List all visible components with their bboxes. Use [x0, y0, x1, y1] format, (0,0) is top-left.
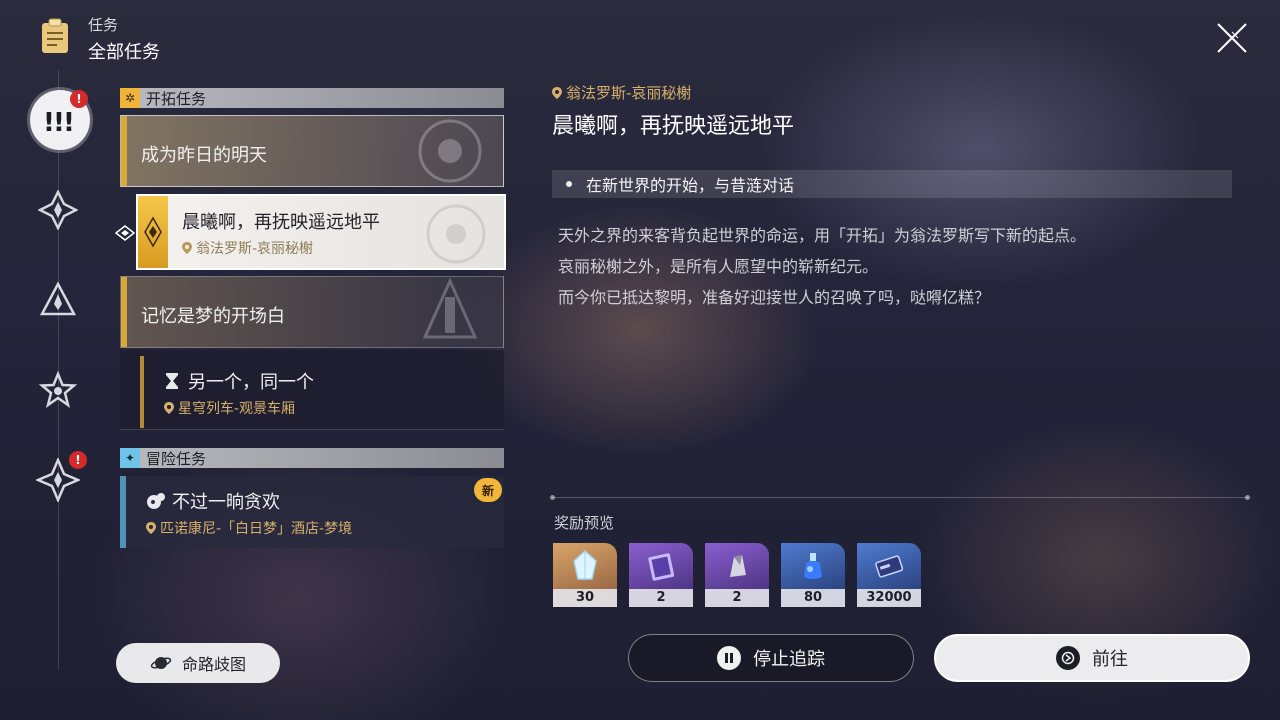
section-header-adventure: ✦ 冒险任务 — [120, 448, 504, 468]
credit-card-icon — [857, 543, 921, 589]
go-label: 前往 — [1092, 649, 1128, 670]
close-button[interactable] — [1212, 18, 1252, 58]
reward-item[interactable]: 2 — [629, 543, 693, 607]
reward-count: 30 — [553, 589, 617, 607]
stellar-jade-icon — [553, 543, 617, 589]
quest-location-text: 星穹列车-观景车厢 — [178, 401, 296, 417]
quest-location-text: 匹诺康尼-「白日梦」酒店-梦境 — [160, 521, 353, 537]
quest-title: 另一个，同一个 — [188, 372, 314, 393]
quest-card[interactable]: 成为昨日的明天 — [120, 115, 504, 187]
quest-emblem-icon — [418, 119, 482, 183]
triangle-star-icon — [39, 281, 77, 316]
purple-material-icon — [705, 543, 769, 589]
stop-tracking-label: 停止追踪 — [753, 649, 825, 670]
section-label: 冒险任务 — [146, 449, 207, 468]
quest-location: 匹诺康尼-「白日梦」酒店-梦境 — [146, 518, 352, 538]
blue-potion-icon — [781, 543, 845, 589]
planet-icon — [150, 657, 172, 669]
quest-title: 记忆是梦的开场白 — [141, 306, 285, 327]
reward-item[interactable]: 32000 — [857, 543, 921, 607]
trailblaze-section-icon: ✲ — [120, 88, 140, 108]
rail-item-companion[interactable] — [33, 275, 83, 325]
quest-accent-bar — [140, 356, 144, 428]
svg-text:!: ! — [63, 108, 75, 135]
objective-text: 在新世界的开始，与昔涟对话 — [586, 176, 795, 195]
go-button[interactable]: 前往 — [934, 634, 1250, 682]
detail-description: 天外之界的来客背负起世界的命运，用「开拓」为翁法罗斯写下新的起点。 哀丽秘榭之外… — [558, 220, 1238, 313]
quest-title-row: 不过一晌贪欢 — [146, 488, 280, 514]
reward-count: 32000 — [857, 589, 921, 607]
hourglass-icon — [166, 373, 178, 389]
close-icon — [1217, 23, 1247, 53]
quest-subcard[interactable]: 另一个，同一个 星穹列车-观景车厢 — [120, 350, 504, 430]
rewards-label: 奖励预览 — [554, 514, 615, 532]
dream-bubble-icon — [147, 493, 165, 509]
star-outline-icon — [38, 370, 78, 408]
header-section-label: 任务 — [88, 16, 119, 34]
page-title: 全部任务 — [88, 42, 160, 63]
quest-title-row: 另一个，同一个 — [164, 368, 314, 394]
trailblaze-star-icon — [38, 190, 78, 230]
quest-card[interactable]: 记忆是梦的开场白 — [120, 276, 504, 348]
divider — [550, 495, 1250, 500]
reward-count: 2 — [629, 589, 693, 607]
location-pin-icon — [182, 242, 192, 254]
section-label: 开拓任务 — [146, 89, 207, 108]
rail-alert-badge: ! — [69, 451, 87, 469]
reward-count: 80 — [781, 589, 845, 607]
objective-bullet — [566, 181, 572, 187]
adventure-section-icon: ✦ — [120, 448, 140, 468]
quest-title: 不过一晌贪欢 — [172, 492, 280, 513]
rail-item-trailblaze[interactable] — [33, 185, 83, 235]
clipboard-icon — [40, 18, 70, 54]
detail-location: 翁法罗斯-哀丽秘榭 — [552, 82, 691, 103]
reward-item[interactable]: 30 — [553, 543, 617, 607]
quest-card[interactable]: 不过一晌贪欢 匹诺康尼-「白日梦」酒店-梦境 新 — [120, 476, 504, 548]
quest-accent-bar — [121, 116, 127, 186]
quest-accent-bar — [121, 277, 127, 347]
quest-location: 翁法罗斯-哀丽秘榭 — [182, 238, 313, 258]
reward-item[interactable]: 80 — [781, 543, 845, 607]
detail-location-text: 翁法罗斯-哀丽秘榭 — [566, 84, 692, 102]
description-line: 而今你已抵达黎明，准备好迎接世人的召唤了吗，哒嘚亿糕？ — [558, 288, 991, 307]
new-badge: 新 — [474, 478, 502, 502]
stop-tracking-button[interactable]: 停止追踪 — [628, 634, 914, 682]
mission-all-icon: !!! — [43, 108, 75, 135]
quest-emblem-icon — [422, 277, 478, 339]
quest-accent-bar — [120, 476, 126, 548]
purple-book-icon — [629, 543, 693, 589]
pause-icon — [717, 646, 741, 670]
quest-gold-marker — [138, 196, 168, 268]
quest-title: 成为昨日的明天 — [141, 145, 267, 166]
reward-item[interactable]: 2 — [705, 543, 769, 607]
quest-emblem-icon — [426, 204, 486, 264]
location-pin-icon — [552, 87, 562, 99]
path-tree-label: 命路歧图 — [181, 655, 246, 674]
rail-item-daily[interactable] — [33, 365, 83, 415]
description-line: 哀丽秘榭之外，是所有人愿望中的崭新纪元。 — [558, 257, 879, 276]
path-tree-button[interactable]: 命路歧图 — [116, 643, 280, 683]
rail-alert-badge: ! — [70, 90, 88, 108]
trailblaze-diamond-icon — [144, 216, 162, 248]
objective: 在新世界的开始，与昔涟对话 — [552, 170, 1232, 198]
quest-title: 晨曦啊，再抚映遥远地平 — [182, 212, 380, 233]
quest-location: 星穹列车-观景车厢 — [164, 398, 295, 418]
quest-location-text: 翁法罗斯-哀丽秘榭 — [196, 241, 314, 257]
quest-card-selected[interactable]: 晨曦啊，再抚映遥远地平 翁法罗斯-哀丽秘榭 — [136, 194, 506, 270]
detail-title: 晨曦啊，再抚映遥远地平 — [552, 114, 795, 139]
location-pin-icon — [164, 402, 174, 414]
tracking-arrow-icon — [114, 222, 136, 244]
location-pin-icon — [146, 522, 156, 534]
reward-count: 2 — [705, 589, 769, 607]
go-arrow-icon — [1056, 646, 1080, 670]
description-line: 天外之界的来客背负起世界的命运，用「开拓」为翁法罗斯写下新的起点。 — [558, 226, 1087, 245]
section-header-trailblaze: ✲ 开拓任务 — [120, 88, 504, 108]
